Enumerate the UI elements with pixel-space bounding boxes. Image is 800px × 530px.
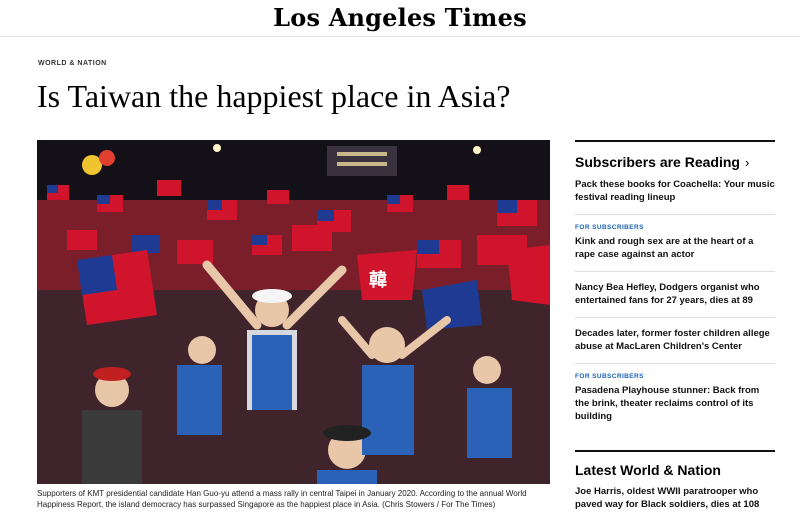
list-item: Pack these books for Coachella: Your mus…	[575, 178, 775, 215]
masthead: Los Angeles Times	[0, 0, 800, 37]
subscribers-reading-heading[interactable]: Subscribers are Reading ›	[575, 154, 775, 170]
section-rule	[575, 140, 775, 142]
photo-caption: Supporters of KMT presidential candidate…	[37, 489, 527, 509]
story-link[interactable]: Decades later, former foster children al…	[575, 327, 775, 353]
article-photo: 韓	[37, 140, 550, 484]
article-headline: Is Taiwan the happiest place in Asia?	[37, 78, 511, 114]
list-item: Nancy Bea Hefley, Dodgers organist who e…	[575, 281, 775, 318]
story-link[interactable]: Pack these books for Coachella: Your mus…	[575, 178, 775, 204]
site-logo[interactable]: Los Angeles Times	[273, 3, 527, 32]
list-item: Joe Harris, oldest WWII paratrooper who …	[575, 485, 775, 521]
list-item: FOR SUBSCRIBERS Kink and rough sex are a…	[575, 224, 775, 272]
section-rule	[575, 450, 775, 452]
story-link[interactable]: Kink and rough sex are at the heart of a…	[575, 235, 775, 261]
list-item: Decades later, former foster children al…	[575, 327, 775, 364]
section-label[interactable]: WORLD & NATION	[38, 60, 107, 67]
latest-heading[interactable]: Latest World & Nation	[575, 462, 775, 478]
subscriber-badge: FOR SUBSCRIBERS	[575, 373, 644, 380]
chevron-right-icon[interactable]: ›	[745, 155, 749, 170]
story-link[interactable]: Nancy Bea Hefley, Dodgers organist who e…	[575, 281, 775, 307]
latest-news-module: Latest World & Nation Joe Harris, oldest…	[575, 450, 775, 530]
flag-character: 韓	[369, 269, 387, 291]
story-link[interactable]: Pasadena Playhouse stunner: Back from th…	[575, 384, 775, 423]
subscribers-reading-module: Subscribers are Reading › Pack these boo…	[575, 140, 775, 442]
story-link[interactable]: Joe Harris, oldest WWII paratrooper who …	[575, 485, 775, 511]
subscribers-reading-label[interactable]: Subscribers are Reading	[575, 154, 740, 170]
list-item: FOR SUBSCRIBERS Pasadena Playhouse stunn…	[575, 373, 775, 433]
subscriber-badge: FOR SUBSCRIBERS	[575, 224, 644, 231]
